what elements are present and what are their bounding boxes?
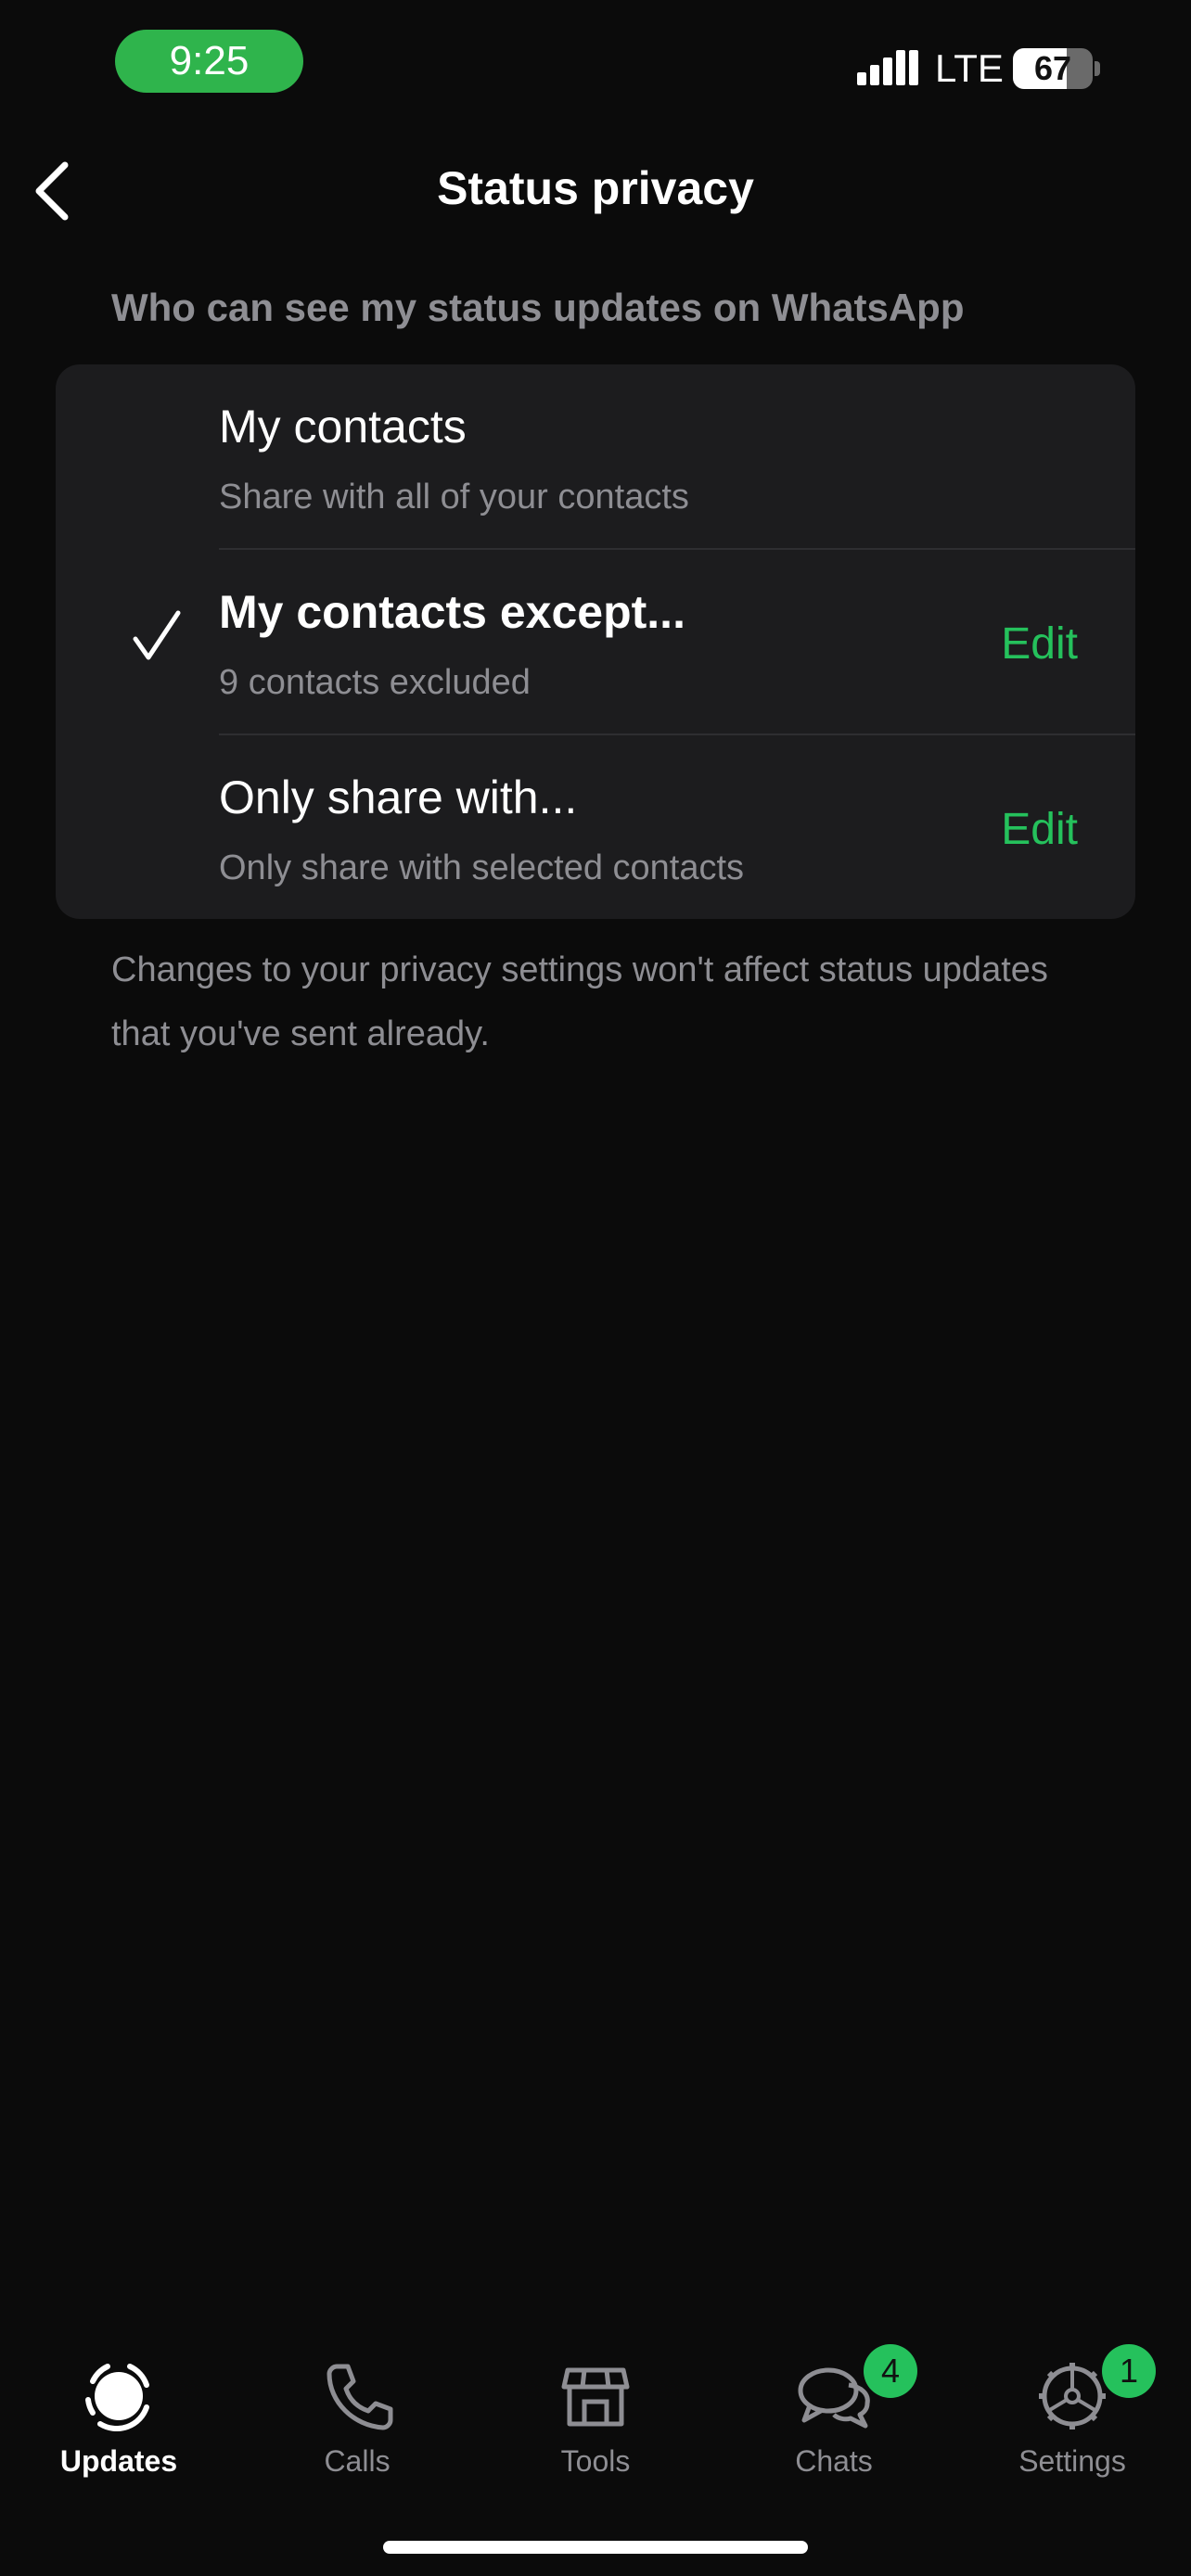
tab-calls[interactable]: Calls xyxy=(238,2346,476,2513)
option-title: My contacts except... xyxy=(219,586,685,638)
battery-percentage: 67 xyxy=(1033,49,1072,87)
section-header: Who can see my status updates on WhatsAp… xyxy=(111,286,965,329)
storefront-icon xyxy=(561,2367,630,2427)
option-title: Only share with... xyxy=(219,772,578,823)
option-subtitle: 9 contacts excluded xyxy=(219,663,531,702)
status-time: 9:25 xyxy=(115,30,303,93)
option-my-contacts[interactable]: My contacts Share with all of your conta… xyxy=(56,364,1135,550)
tab-bar: Updates Calls Tools 4 Chats 1 Settings xyxy=(0,2344,1191,2513)
network-type: LTE xyxy=(935,46,1004,90)
edit-button[interactable]: Edit xyxy=(1001,618,1078,670)
edit-button[interactable]: Edit xyxy=(1001,804,1078,855)
footer-note: Changes to your privacy settings won't a… xyxy=(111,950,1048,1053)
tab-label: Calls xyxy=(324,2444,391,2478)
battery-icon: 67 xyxy=(1013,48,1093,89)
option-subtitle: Share with all of your contacts xyxy=(219,478,689,516)
tab-updates[interactable]: Updates xyxy=(0,2346,237,2513)
updates-icon xyxy=(85,2364,149,2432)
page-title: Status privacy xyxy=(437,162,754,214)
option-subtitle: Only share with selected contacts xyxy=(219,848,745,887)
option-my-contacts-except[interactable]: My contacts except... 9 contacts exclude… xyxy=(56,550,1135,735)
checkmark-icon xyxy=(133,610,181,660)
tab-label: Settings xyxy=(1018,2444,1126,2478)
tab-tools[interactable]: Tools xyxy=(477,2346,714,2513)
battery-tip xyxy=(1095,61,1100,76)
tab-label: Updates xyxy=(59,2444,178,2478)
phone-icon xyxy=(327,2364,393,2430)
privacy-options-card: My contacts Share with all of your conta… xyxy=(56,364,1135,919)
option-title: My contacts xyxy=(219,401,467,453)
signal-strength-icon xyxy=(857,50,918,85)
notification-badge: 1 xyxy=(1102,2344,1156,2398)
tab-label: Chats xyxy=(795,2444,873,2478)
option-only-share-with[interactable]: Only share with... Only share with selec… xyxy=(56,735,1135,919)
tab-chats[interactable]: 4 Chats xyxy=(715,2344,953,2513)
tab-settings[interactable]: 1 Settings xyxy=(954,2344,1191,2513)
unread-badge: 4 xyxy=(864,2344,917,2398)
home-indicator[interactable] xyxy=(383,2541,808,2554)
tab-label: Tools xyxy=(560,2444,631,2478)
chat-bubbles-icon xyxy=(798,2367,870,2429)
gear-icon xyxy=(1039,2363,1106,2429)
